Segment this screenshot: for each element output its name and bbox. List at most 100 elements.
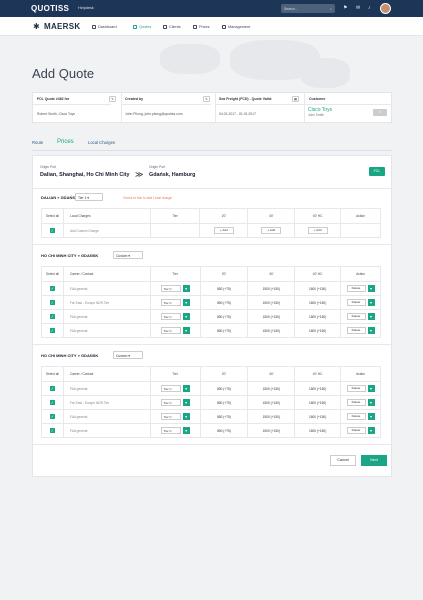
customer-edit-button[interactable]: ✎ [373,109,387,116]
tier-dropdown-icon[interactable]: ▾ [182,299,190,306]
route2-title: HO CHI MINH CITY » GDAŃSK [41,253,99,258]
mail-icon[interactable]: ✉ [356,5,360,11]
quotes-icon [133,25,137,29]
tier-dropdown-icon[interactable]: ▾ [182,327,190,334]
table-row: ✓ FAA general Tier C ▾ 850 (+75) 1500 (+1… [41,323,381,338]
delete-button[interactable]: Delete [346,399,366,406]
row-menu-icon[interactable]: ▾ [367,399,375,406]
price-40: 1500 (+150) [247,295,296,310]
delete-button[interactable]: Delete [346,313,366,320]
row-checkbox[interactable]: ✓ [49,300,55,305]
tier-select[interactable]: Tier C [160,413,181,420]
tier-select[interactable]: Tier C [160,399,181,406]
search-input[interactable]: Search... ⌕ [281,4,335,13]
select-all-header[interactable]: Select all [41,208,64,224]
c40hc-header: 40' HC [294,266,342,282]
row-menu-icon[interactable]: ▾ [367,385,375,392]
row-checkbox[interactable]: ✓ [49,328,55,333]
price-40: 1500 (+150) [247,423,296,438]
add-40-button[interactable]: + Add [261,227,282,234]
delete-button[interactable]: Delete [346,299,366,306]
table-row: ✓ FAA general Tier C ▾ 850 (+75) 1500 (+1… [41,381,381,396]
delete-button[interactable]: Delete [346,285,366,292]
row-checkbox[interactable]: ✓ [49,228,55,233]
destination-port-value: Gdańsk, Hamburg [149,172,196,178]
tab-prices[interactable]: Prices [57,139,74,145]
management-icon [222,25,226,29]
bell-icon[interactable]: ♪ [368,5,371,11]
tier-dropdown-icon[interactable]: ▾ [182,385,190,392]
fcl-button[interactable]: FCL [369,167,385,176]
career-name: Far East - Europe NDR.Tier [62,395,151,410]
row-menu-icon[interactable]: ▾ [367,313,375,320]
action-header: Action [340,208,381,224]
row-menu-icon[interactable]: ▾ [367,285,375,292]
avatar[interactable] [380,3,391,14]
tier-header: Tier [149,208,201,224]
row-checkbox[interactable]: ✓ [49,286,55,291]
route1-tier-select[interactable]: Tier 1 ▾ [75,193,103,201]
row-menu-icon[interactable]: ▾ [367,327,375,334]
table-row: ✓ FAA general Tier C ▾ 850 (+75) 1500 (+1… [41,309,381,324]
calendar-icon[interactable]: ▦ [292,96,299,102]
helpdesk-link[interactable]: Helpdesk [78,6,94,10]
row-checkbox[interactable]: ✓ [49,400,55,405]
table-row: ✓ Far East - Europe NDR.Tier Tier C ▾ 850… [41,295,381,310]
delete-button[interactable]: Delete [346,385,366,392]
tier-dropdown-icon[interactable]: ▾ [182,313,190,320]
flag-icon[interactable]: ⚑ [343,5,347,11]
row-checkbox[interactable]: ✓ [49,314,55,319]
delete-button[interactable]: Delete [346,327,366,334]
tier-select[interactable]: Tier C [160,385,181,392]
route3-table: Select all Career / Contact Tier 20' 40'… [41,366,381,438]
select-all-header[interactable]: Select all [41,366,64,382]
local-charges-header: Local Charges [62,208,151,224]
row-menu-icon[interactable]: ▾ [367,413,375,420]
add-40hc-button[interactable]: + Add [307,227,328,234]
row-menu-icon[interactable]: ▾ [367,427,375,434]
route3-tier-select[interactable]: Custom ▾ [113,351,143,359]
delete-button[interactable]: Delete [346,413,366,420]
table-row: ✓ Far East - Europe NDR.Tier Tier C ▾ 850… [41,395,381,410]
c40hc-header: 40' HC [294,366,342,382]
tier-dropdown-icon[interactable]: ▾ [182,413,190,420]
tier-dropdown-icon[interactable]: ▾ [182,427,190,434]
app-logo[interactable]: QUOTISS [31,4,69,13]
info-created-by: John Pilong, john.pilong@quotiss.com [125,112,183,116]
add-20-button[interactable]: + Add [213,227,234,234]
route2-tier-select[interactable]: Custom ▾ [113,251,143,259]
next-button[interactable]: Next [361,455,387,466]
tier-header: Tier [149,266,201,282]
nav-quotes[interactable]: Quotes [133,25,151,29]
row-checkbox[interactable]: ✓ [49,414,55,419]
action-header: Action [340,266,381,282]
nav-dashboard[interactable]: Dashboard [92,25,117,29]
edit-creator-icon[interactable]: ✎ [203,96,210,102]
secondary-bar: ✱ MAERSK Dashboard Quotes Clients Prices… [0,17,423,36]
nav-clients[interactable]: Clients [163,25,181,29]
tab-local-charges[interactable]: Local Charges [88,140,115,145]
row-menu-icon[interactable]: ▾ [367,299,375,306]
career-name: Far East - Europe NDR.Tier [62,295,151,310]
tier-select[interactable]: Tier C [160,327,181,334]
brand-name[interactable]: MAERSK [44,22,80,31]
action-header: Action [340,366,381,382]
nav-prices[interactable]: Prices [193,25,210,29]
cancel-button[interactable]: Cancel [330,455,356,466]
price-40hc: 1600 (+150) [294,295,342,310]
delete-button[interactable]: Delete [346,427,366,434]
tab-route[interactable]: Route [32,140,43,145]
info-quote-for: Robert Smith, Cisco Toys [37,112,75,116]
select-all-header[interactable]: Select all [41,266,64,282]
tier-select[interactable]: Tier C [160,299,181,306]
tier-dropdown-icon[interactable]: ▾ [182,399,190,406]
career-name: FAA general [62,409,151,424]
nav-management[interactable]: Management [222,25,250,29]
tier-select[interactable]: Tier C [160,427,181,434]
tier-select[interactable]: Tier C [160,313,181,320]
row-checkbox[interactable]: ✓ [49,386,55,391]
row-checkbox[interactable]: ✓ [49,428,55,433]
edit-quote-icon[interactable]: ✎ [109,96,116,102]
tier-select[interactable]: Tier C [160,285,181,292]
tier-dropdown-icon[interactable]: ▾ [182,285,190,292]
